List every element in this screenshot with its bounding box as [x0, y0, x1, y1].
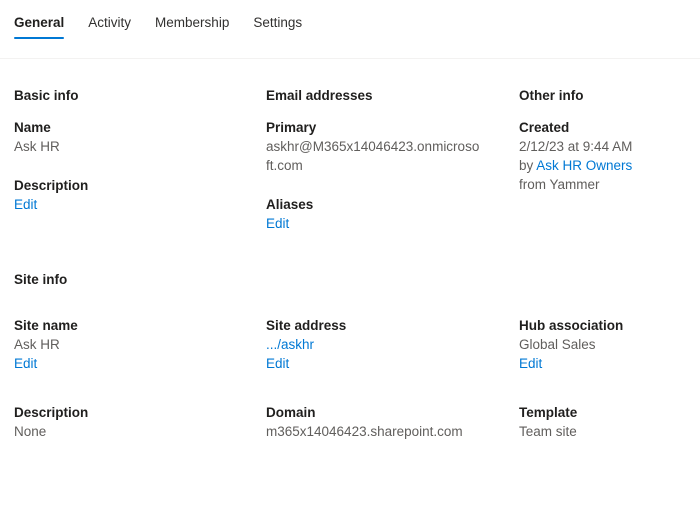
site-description-label: Description — [14, 403, 266, 422]
site-info-title: Site info — [14, 271, 686, 289]
tab-settings-label: Settings — [253, 15, 302, 30]
tab-activity-label: Activity — [88, 15, 131, 30]
primary-email-value: askhr@M365x14046423.onmicrosoft.com — [266, 137, 481, 175]
tab-bar: General Activity Membership Settings — [0, 0, 700, 59]
site-address-column: Site address .../askhr Edit — [266, 316, 519, 373]
site-name-label: Site name — [14, 316, 266, 335]
other-info-column: Other info Created 2/12/23 at 9:44 AM by… — [519, 87, 686, 233]
aliases-label: Aliases — [266, 195, 519, 214]
site-name-value: Ask HR — [14, 335, 266, 354]
hub-association-edit-link[interactable]: Edit — [519, 356, 542, 371]
aliases-edit-link[interactable]: Edit — [266, 216, 289, 231]
tab-general-label: General — [14, 15, 64, 30]
created-by-prefix: by — [519, 158, 536, 173]
created-field: Created 2/12/23 at 9:44 AM by Ask HR Own… — [519, 118, 686, 194]
tab-activity[interactable]: Activity — [88, 14, 131, 43]
domain-column: Domain m365x14046423.sharepoint.com — [266, 403, 519, 441]
template-column: Template Team site — [519, 403, 686, 441]
tab-membership-label: Membership — [155, 15, 229, 30]
name-label: Name — [14, 118, 266, 137]
template-label: Template — [519, 403, 686, 422]
tab-selected-indicator — [14, 37, 64, 39]
basic-info-title: Basic info — [14, 87, 266, 105]
info-section: Basic info Name Ask HR Description Edit … — [0, 59, 700, 233]
email-addresses-column: Email addresses Primary askhr@M365x14046… — [266, 87, 519, 233]
tab-settings[interactable]: Settings — [253, 14, 302, 43]
created-source: from Yammer — [519, 175, 686, 194]
primary-email-label: Primary — [266, 118, 519, 137]
description-edit-link[interactable]: Edit — [14, 197, 37, 212]
created-by-line: by Ask HR Owners — [519, 156, 686, 175]
domain-label: Domain — [266, 403, 519, 422]
email-addresses-title: Email addresses — [266, 87, 519, 105]
hub-association-value: Global Sales — [519, 335, 686, 354]
info-columns: Basic info Name Ask HR Description Edit … — [14, 87, 686, 233]
created-date: 2/12/23 at 9:44 AM — [519, 137, 686, 156]
site-address-edit-link[interactable]: Edit — [266, 356, 289, 371]
name-field: Name Ask HR — [14, 118, 266, 156]
tab-list: General Activity Membership Settings — [14, 14, 326, 43]
created-label: Created — [519, 118, 686, 137]
description-field: Description Edit — [14, 176, 266, 214]
site-description-value: None — [14, 422, 266, 441]
hub-association-column: Hub association Global Sales Edit — [519, 316, 686, 373]
site-name-edit-link[interactable]: Edit — [14, 356, 37, 371]
aliases-field: Aliases Edit — [266, 195, 519, 233]
site-info-columns-row-2: Description None Domain m365x14046423.sh… — [14, 403, 686, 441]
hub-association-label: Hub association — [519, 316, 686, 335]
tab-general[interactable]: General — [14, 14, 64, 43]
name-value: Ask HR — [14, 137, 266, 156]
site-info-columns-row-1: Site name Ask HR Edit Site address .../a… — [14, 316, 686, 373]
site-address-label: Site address — [266, 316, 519, 335]
primary-email-field: Primary askhr@M365x14046423.onmicrosoft.… — [266, 118, 519, 175]
description-label: Description — [14, 176, 266, 195]
domain-value: m365x14046423.sharepoint.com — [266, 422, 519, 441]
general-tab-panel: Basic info Name Ask HR Description Edit … — [0, 59, 700, 441]
other-info-title: Other info — [519, 87, 686, 105]
created-by-link[interactable]: Ask HR Owners — [536, 158, 632, 173]
site-description-column: Description None — [14, 403, 266, 441]
site-name-column: Site name Ask HR Edit — [14, 316, 266, 373]
site-address-value-link[interactable]: .../askhr — [266, 337, 314, 352]
basic-info-column: Basic info Name Ask HR Description Edit — [14, 87, 266, 233]
template-value: Team site — [519, 422, 686, 441]
tab-membership[interactable]: Membership — [155, 14, 229, 43]
site-info-section: Site info Site name Ask HR Edit Site add… — [0, 233, 700, 441]
